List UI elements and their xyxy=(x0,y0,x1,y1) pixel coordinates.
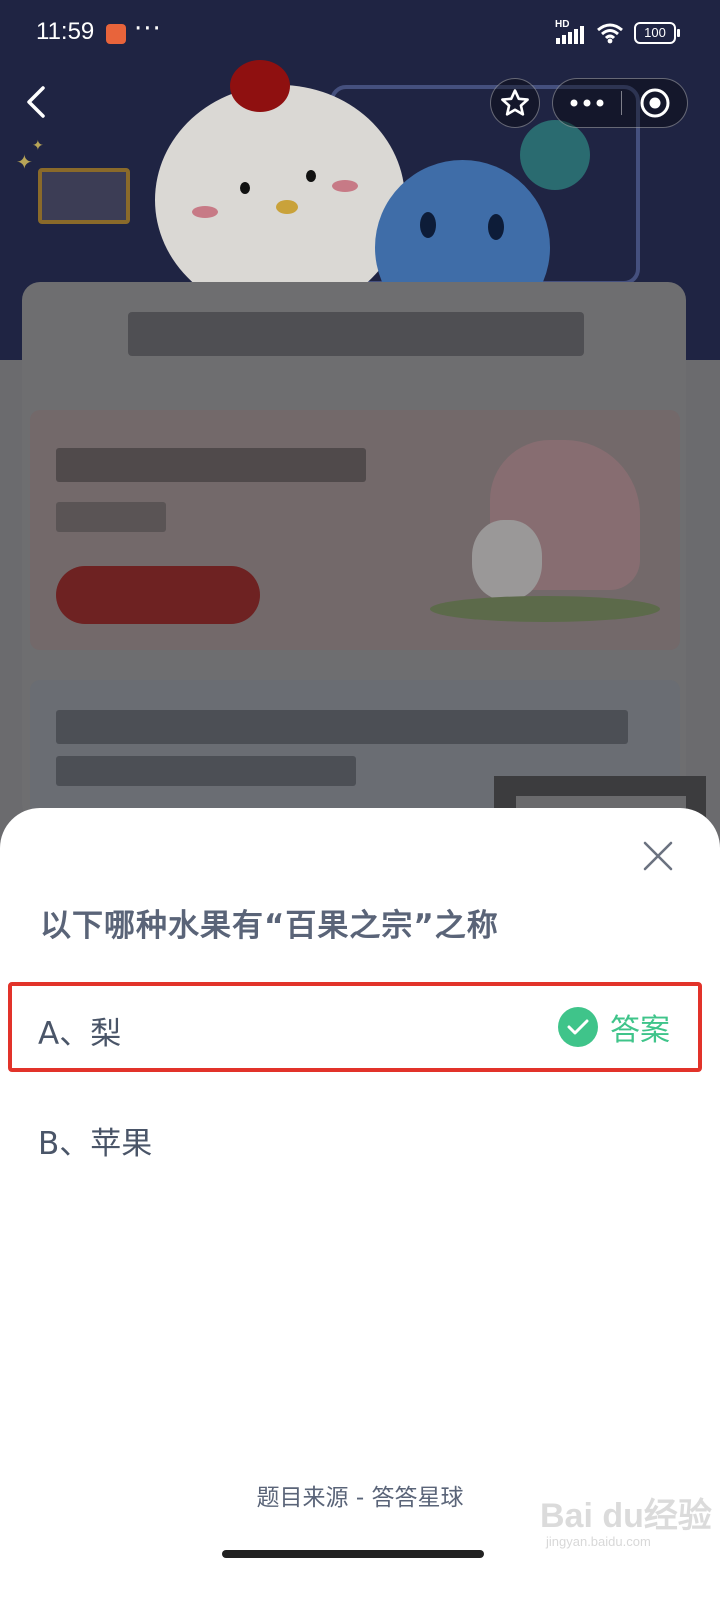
blurred-text xyxy=(56,502,166,532)
watermark-logo: Bai du经验 xyxy=(540,1497,712,1535)
alien-eye xyxy=(420,212,436,238)
chicken-eye xyxy=(306,170,316,182)
signal-icon xyxy=(556,26,584,44)
option-b[interactable]: B、苹果 xyxy=(12,1094,702,1184)
blurred-button xyxy=(56,566,260,624)
wifi-icon xyxy=(597,23,623,44)
app-notification-icon xyxy=(106,24,126,44)
option-label: B、苹果 xyxy=(38,1126,153,1162)
chicken-comb xyxy=(230,60,290,112)
back-button[interactable] xyxy=(20,82,52,122)
chicken-blush xyxy=(332,180,358,192)
blurred-illustration xyxy=(430,596,660,622)
blurred-text xyxy=(56,448,366,482)
answer-label: 答案 xyxy=(610,1013,670,1048)
more-dots-icon xyxy=(570,99,604,107)
capsule-menu xyxy=(552,78,688,128)
alien-eye xyxy=(488,214,504,240)
option-a[interactable]: A、梨 答案 xyxy=(8,982,702,1072)
globe-decoration xyxy=(520,120,590,190)
target-circle-icon xyxy=(640,88,670,118)
blurred-illustration xyxy=(472,520,542,600)
chicken-beak xyxy=(276,200,298,214)
chicken-mascot xyxy=(155,85,405,315)
chicken-eye xyxy=(240,182,250,194)
watermark-url: jingyan.baidu.com xyxy=(546,1534,651,1549)
question-text: 以下哪种水果有“百果之宗”之称 xyxy=(40,908,499,944)
more-button[interactable] xyxy=(553,79,621,127)
sparkle-icon: ✦ xyxy=(32,138,44,154)
blurred-title xyxy=(128,312,584,356)
home-indicator[interactable] xyxy=(222,1550,484,1558)
battery-icon: 100 xyxy=(634,22,680,44)
blurred-text xyxy=(56,710,628,744)
close-x-icon xyxy=(643,841,673,871)
exit-miniprogram-button[interactable] xyxy=(622,79,688,127)
medal-board xyxy=(38,168,130,224)
status-time: 11:59 xyxy=(36,18,95,45)
chicken-blush xyxy=(192,206,218,218)
status-more-icon: ··· xyxy=(134,14,162,44)
blurred-text xyxy=(56,756,356,786)
sparkle-icon: ✦ xyxy=(16,150,33,174)
option-label: A、梨 xyxy=(38,1016,122,1052)
favorite-button[interactable] xyxy=(490,78,540,128)
check-circle-icon xyxy=(558,1007,598,1047)
answer-tag: 答案 xyxy=(558,1006,670,1048)
star-icon xyxy=(501,89,529,116)
close-sheet-button[interactable] xyxy=(636,834,680,878)
chevron-left-icon xyxy=(27,86,45,118)
